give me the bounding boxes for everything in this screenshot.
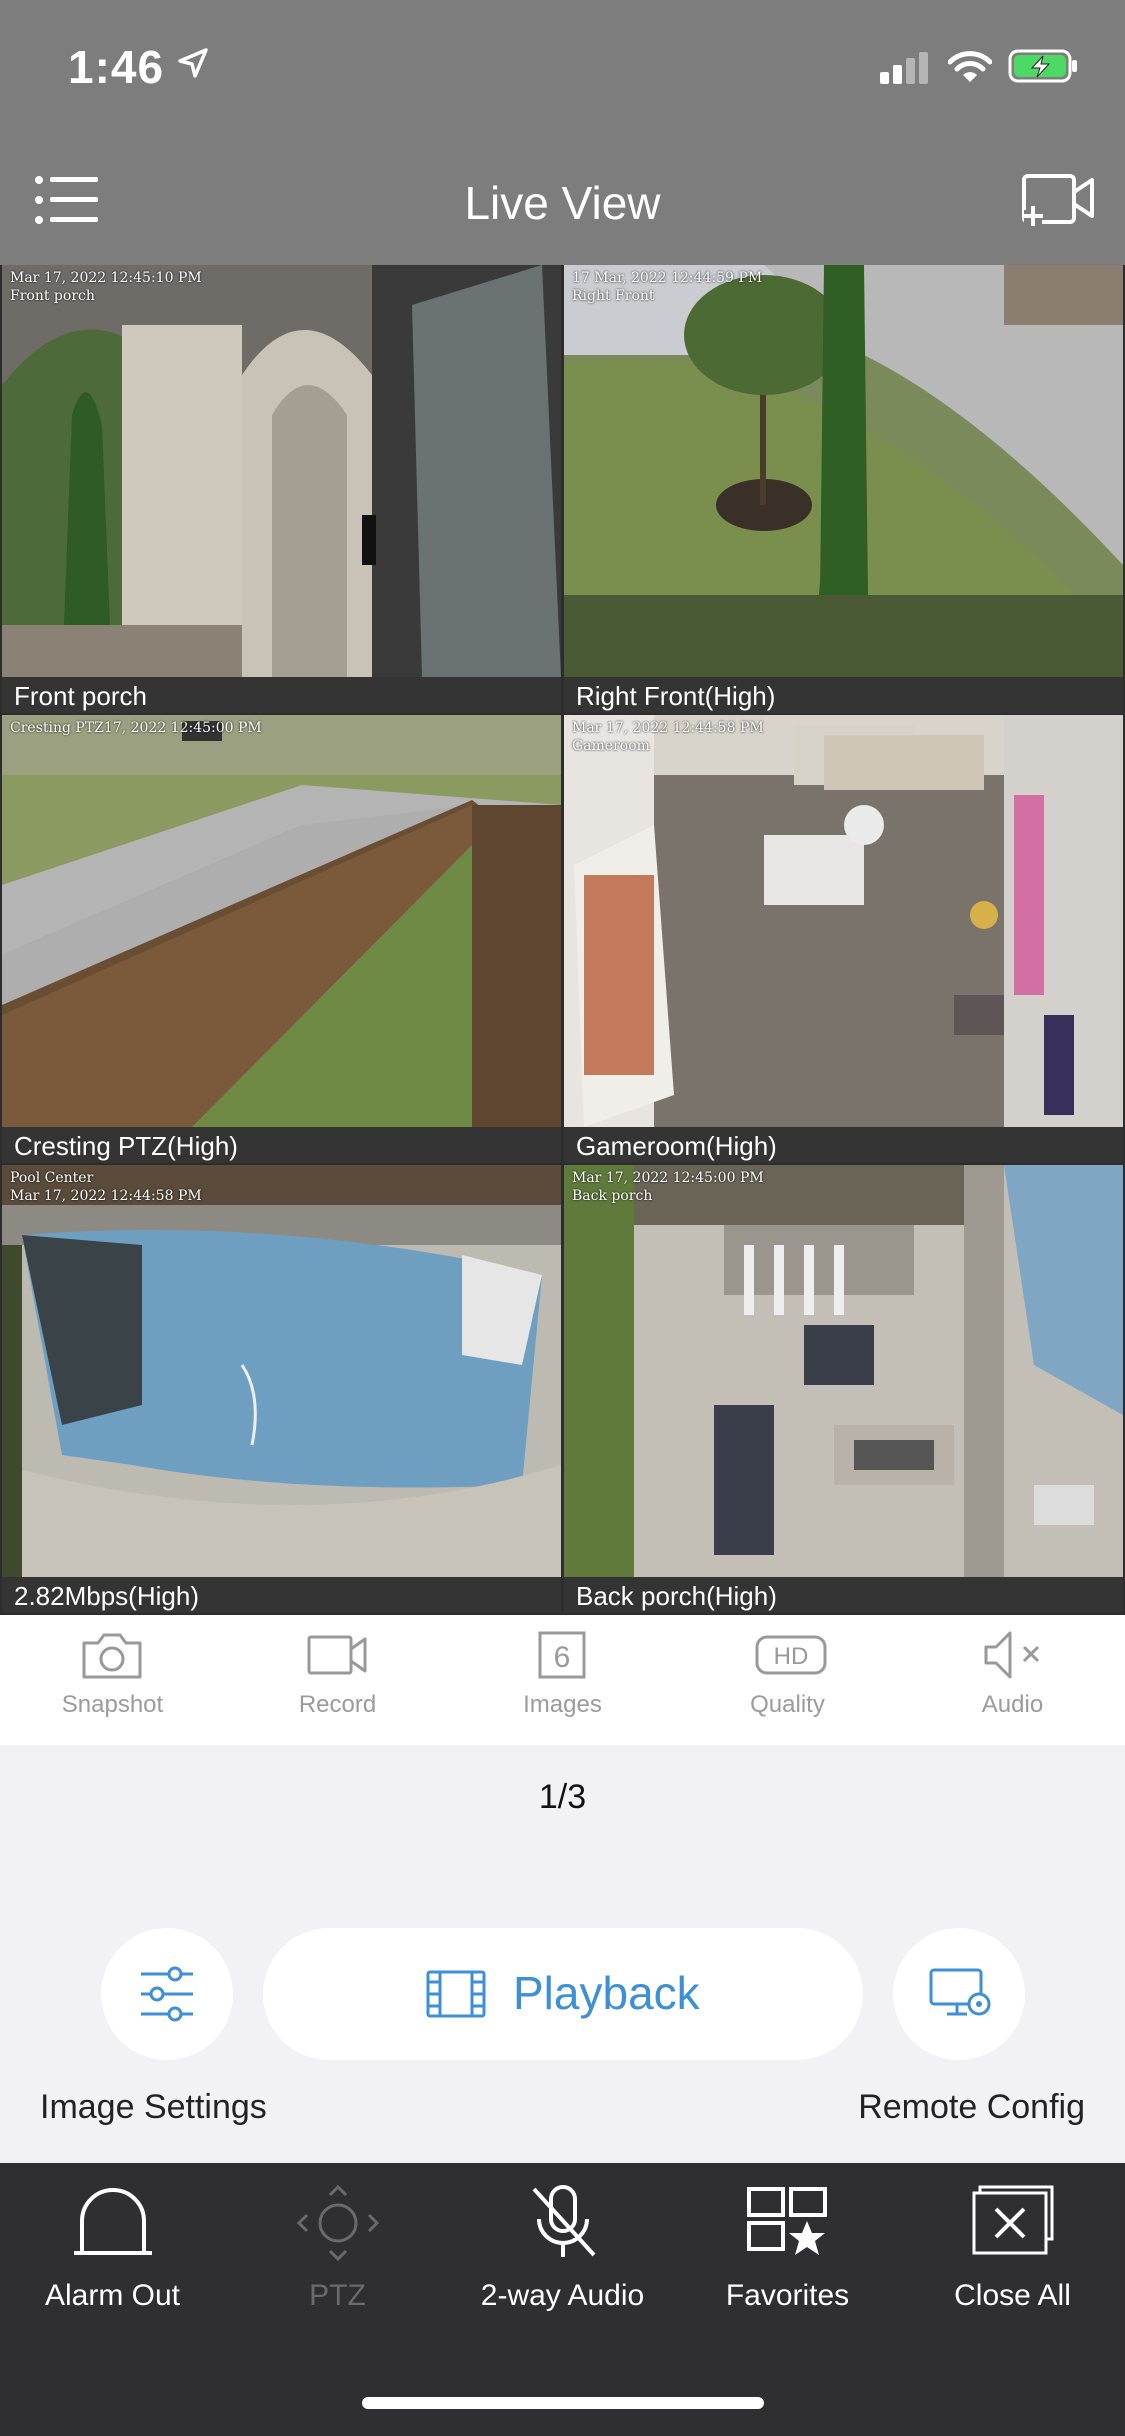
close-window-icon [972, 2185, 1054, 2255]
favorites-button[interactable]: Favorites [675, 2163, 900, 2363]
camera-tile-selected[interactable]: Pool Center Mar 17, 2022 12:44:58 PM 2.8… [2, 1165, 561, 1613]
camera-feed-front-porch [2, 265, 561, 677]
close-all-button[interactable]: Close All [900, 2163, 1125, 2363]
images-count: 6 [554, 1641, 571, 1674]
images-label: Images [523, 1691, 602, 1718]
page-indicator: 1/3 [538, 1778, 587, 1816]
quality-label: Quality [750, 1691, 825, 1718]
home-indicator[interactable] [362, 2397, 764, 2409]
quality-badge: HD [774, 1643, 809, 1670]
monitor-gear-icon [929, 1968, 991, 2016]
alarm-out-label: Alarm Out [44, 2279, 181, 2312]
playback-label: Playback [513, 1967, 700, 2019]
status-bar: 1:46 [0, 0, 1125, 140]
page-title: Live View [464, 177, 661, 229]
ptz-directional-icon [296, 2184, 380, 2262]
camera-feed-gameroom [564, 715, 1123, 1127]
add-camera-icon[interactable] [1020, 170, 1096, 228]
microphone-muted-icon [532, 2185, 596, 2257]
camera-feed-cresting-ptz [2, 715, 561, 1127]
camera-feed-right-front [564, 265, 1123, 677]
image-settings-button[interactable] [101, 1928, 233, 2060]
playback-button[interactable]: Playback [263, 1928, 863, 2060]
speaker-muted-icon [984, 1631, 1040, 1679]
favorites-grid-icon [747, 2187, 827, 2255]
camera-tile[interactable]: Cresting PTZ17, 2022 12:45:00 PM Crestin… [2, 715, 561, 1163]
film-strip-icon [426, 1970, 486, 2018]
camera-timestamp: Pool Center Mar 17, 2022 12:44:58 PM [10, 1170, 202, 1204]
favorites-label: Favorites [725, 2279, 850, 2312]
camera-timestamp: Cresting PTZ17, 2022 12:45:00 PM [10, 720, 262, 736]
two-way-audio-button[interactable]: 2-way Audio [450, 2163, 675, 2363]
image-settings-label: Image Settings [40, 2088, 267, 2126]
camera-feed-pool [2, 1165, 561, 1577]
camera-tile[interactable]: 17 Mar, 2022 12:44:59 PM Right Front Rig… [564, 265, 1123, 713]
bottom-control-bar: Alarm Out PTZ 2-way Audio Favorites Clos… [0, 2163, 1125, 2436]
hd-quality-icon: HD [755, 1635, 827, 1675]
images-button[interactable]: 6 Images [450, 1615, 675, 1745]
cellular-signal-icon [880, 52, 928, 84]
audio-label: Audio [981, 1691, 1044, 1718]
alarm-light-icon [74, 2188, 152, 2255]
record-button[interactable]: Record [225, 1615, 450, 1745]
camera-timestamp: 17 Mar, 2022 12:44:59 PM Right Front [572, 270, 763, 304]
nav-bar: Live View [0, 140, 1125, 265]
snapshot-label: Snapshot [61, 1691, 164, 1718]
wifi-icon [948, 51, 992, 82]
audio-button[interactable]: Audio [900, 1615, 1125, 1745]
camera-timestamp: Mar 17, 2022 12:45:00 PM Back porch [572, 1170, 764, 1204]
camera-tile[interactable]: Mar 17, 2022 12:45:10 PM Front porch Fro… [2, 265, 561, 713]
ptz-button: PTZ [225, 2163, 450, 2363]
camera-label: Front porch [2, 677, 561, 713]
video-camera-icon [307, 1635, 367, 1675]
camera-feed-back-porch [564, 1165, 1123, 1577]
sliders-icon [141, 1966, 193, 2022]
camera-tile[interactable]: Mar 17, 2022 12:44:58 PM Gameroom Gamero… [564, 715, 1123, 1163]
snapshot-button[interactable]: Snapshot [0, 1615, 225, 1745]
camera-label: 2.82Mbps(High) [2, 1577, 561, 1613]
camera-label: Back porch(High) [564, 1577, 1123, 1613]
record-label: Record [298, 1691, 377, 1718]
camera-label: Gameroom(High) [564, 1127, 1123, 1163]
camera-timestamp: Mar 17, 2022 12:45:10 PM Front porch [10, 270, 202, 304]
quality-button[interactable]: HD Quality [675, 1615, 900, 1745]
camera-icon [82, 1633, 142, 1679]
close-all-label: Close All [954, 2279, 1071, 2312]
remote-config-label: Remote Config [858, 2088, 1085, 2126]
image-count-icon: 6 [538, 1631, 586, 1679]
camera-label: Right Front(High) [564, 677, 1123, 713]
two-way-audio-label: 2-way Audio [480, 2279, 645, 2312]
location-arrow-icon [178, 48, 208, 78]
ptz-label: PTZ [309, 2279, 366, 2312]
live-toolbar: Snapshot Record 6 Images HD Quality Audi… [0, 1615, 1125, 1745]
remote-config-button[interactable] [893, 1928, 1025, 2060]
battery-charging-icon [1008, 49, 1077, 83]
camera-grid: Mar 17, 2022 12:45:10 PM Front porch Fro… [0, 265, 1125, 1615]
camera-timestamp: Mar 17, 2022 12:44:58 PM Gameroom [572, 720, 764, 754]
status-time: 1:46 [68, 41, 165, 93]
camera-tile[interactable]: Mar 17, 2022 12:45:00 PM Back porch Back… [564, 1165, 1123, 1613]
alarm-out-button[interactable]: Alarm Out [0, 2163, 225, 2363]
camera-label: Cresting PTZ(High) [2, 1127, 561, 1163]
